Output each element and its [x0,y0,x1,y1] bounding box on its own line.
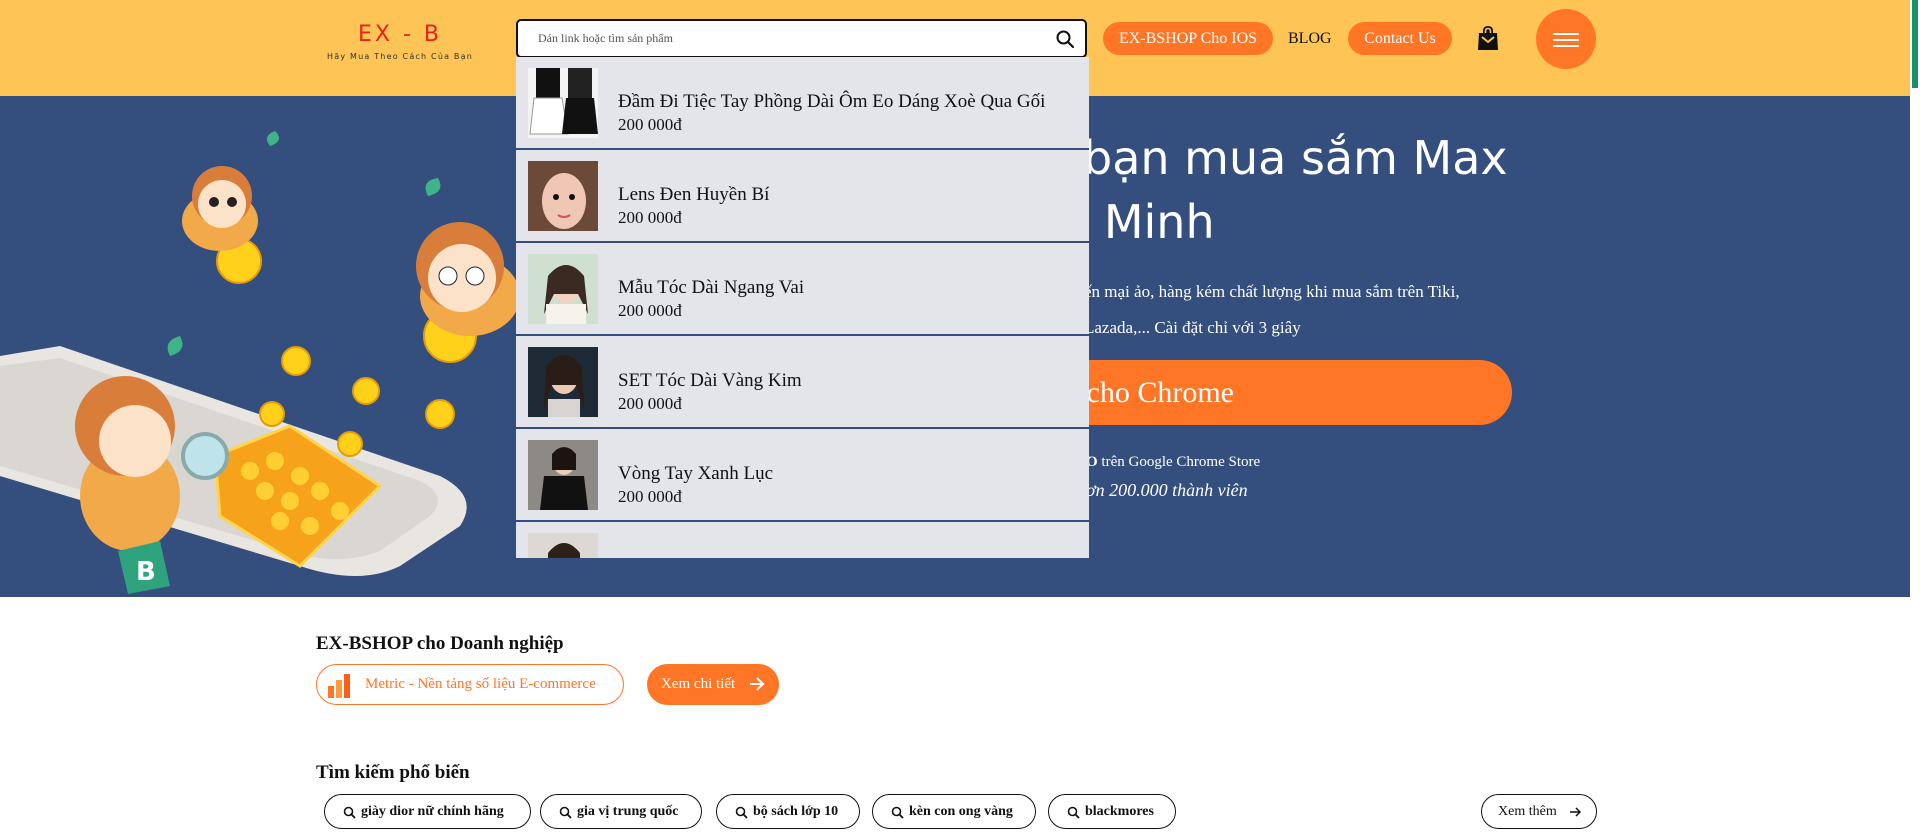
hamburger-menu-button[interactable] [1536,9,1596,69]
shopping-bag-icon[interactable] [1474,24,1502,52]
search-icon [343,806,356,819]
suggestion-item[interactable]: Mẫu Tóc Dài Ngang Vai 200 000đ [516,243,1089,336]
hero-members-note: ơn 200.000 thành viên [1086,480,1248,500]
search-icon [735,806,748,819]
popular-tag-label: gia vị trung quốc [577,804,679,819]
bar-chart-icon [328,674,350,698]
suggestion-price: 200 000đ [618,208,682,227]
svg-text:B: B [136,557,156,587]
suggestion-price: 200 000đ [618,301,682,320]
popular-tag[interactable]: giày dior nữ chính hãng [324,794,531,829]
hamburger-menu-icon [1553,33,1579,35]
hamburger-menu-icon [1553,39,1579,41]
bee-mascot-illustration: B [0,131,520,594]
popular-tag-label: giày dior nữ chính hãng [361,804,504,819]
product-thumbnail [528,254,598,324]
suggestion-price: 200 000đ [618,487,682,506]
popular-tag[interactable]: bộ sách lớp 10 [716,794,860,829]
product-thumbnail [528,347,598,417]
hero-title-line2: g Minh [1060,195,1215,249]
store-text: trên Google Chrome Store [1101,454,1261,470]
search-input[interactable] [518,21,1038,56]
scrollbar-thumb[interactable] [1912,0,1918,88]
logo-title: EX - B [358,22,442,47]
product-thumbnail [528,68,598,138]
logo-tagline: Hãy Mua Theo Cách Của Bạn [327,52,473,61]
search-icon[interactable] [1055,29,1075,49]
suggestion-item[interactable]: Vòng Tay Xanh Lục 200 000đ [516,429,1089,522]
hero-desc-line2: Lazada,... Cài đặt chỉ với 3 giây [1084,318,1301,337]
suggestion-item[interactable] [516,522,1089,558]
logo[interactable]: EX - B Hãy Mua Theo Cách Của Bạn [316,22,484,61]
product-thumbnail [528,161,598,231]
metric-link[interactable]: Metric - Nền tảng số liệu E-commerce [316,664,624,705]
suggestion-name: Đầm Đi Tiệc Tay Phồng Dài Ôm Eo Dáng Xoè… [618,91,1046,112]
page-scrollbar[interactable] [1910,0,1920,838]
see-details-label: Xem chi tiết [661,676,736,692]
popular-tag-label: blackmores [1085,804,1154,819]
suggestion-name: Lens Đen Huyền Bí [618,184,770,205]
hero-description: ến mại ảo, hàng kém chất lượng khi mua s… [1084,274,1554,346]
suggestion-name: Vòng Tay Xanh Lục [618,463,774,484]
search-bar [516,19,1087,58]
search-icon [1067,806,1080,819]
product-thumbnail [528,533,598,558]
popular-tag-label: bộ sách lớp 10 [753,804,839,819]
hero-store-note: O trên Google Chrome Store [1086,454,1260,471]
suggestion-name: Mẫu Tóc Dài Ngang Vai [618,277,805,298]
popular-tag[interactable]: blackmores [1048,794,1176,829]
hamburger-menu-icon [1553,45,1579,47]
arrow-right-icon [750,677,765,691]
popular-tag[interactable]: gia vị trung quốc [540,794,702,829]
suggestion-item[interactable]: SET Tóc Dài Vàng Kim 200 000đ [516,336,1089,429]
nav-contact-button[interactable]: Contact Us [1348,22,1452,55]
suggestion-name: SET Tóc Dài Vàng Kim [618,370,802,391]
search-suggestions-dropdown: Đầm Đi Tiệc Tay Phồng Dài Ôm Eo Dáng Xoè… [516,57,1089,558]
arrow-right-icon [1570,807,1582,817]
suggestion-price: 200 000đ [618,115,682,134]
hero-title-line1: bạn mua sắm Max [1083,131,1508,185]
nav-blog-link[interactable]: BLOG [1288,22,1332,55]
popular-tag-label: kèn con ong vàng [909,804,1013,819]
product-thumbnail [528,440,598,510]
see-more-button[interactable]: Xem thêm [1481,794,1597,829]
see-more-label: Xem thêm [1498,804,1557,819]
popular-searches-title: Tìm kiếm phổ biến [316,762,470,783]
search-icon [891,806,904,819]
metric-label: Metric - Nền tảng số liệu E-commerce [365,676,596,692]
suggestion-item[interactable]: Đầm Đi Tiệc Tay Phồng Dài Ôm Eo Dáng Xoè… [516,57,1089,150]
popular-tag[interactable]: kèn con ong vàng [872,794,1036,829]
suggestion-price: 200 000đ [618,394,682,413]
hero-title: bạn mua sắm Max g Minh [1060,126,1560,254]
enterprise-title: EX-BSHOP cho Doanh nghiệp [316,633,564,654]
suggestion-item[interactable]: Lens Đen Huyền Bí 200 000đ [516,150,1089,243]
nav-ios-button[interactable]: EX-BSHOP Cho IOS [1103,22,1273,55]
search-icon [559,806,572,819]
see-details-button[interactable]: Xem chi tiết [647,664,779,705]
hero-desc-line1: ến mại ảo, hàng kém chất lượng khi mua s… [1084,282,1460,301]
